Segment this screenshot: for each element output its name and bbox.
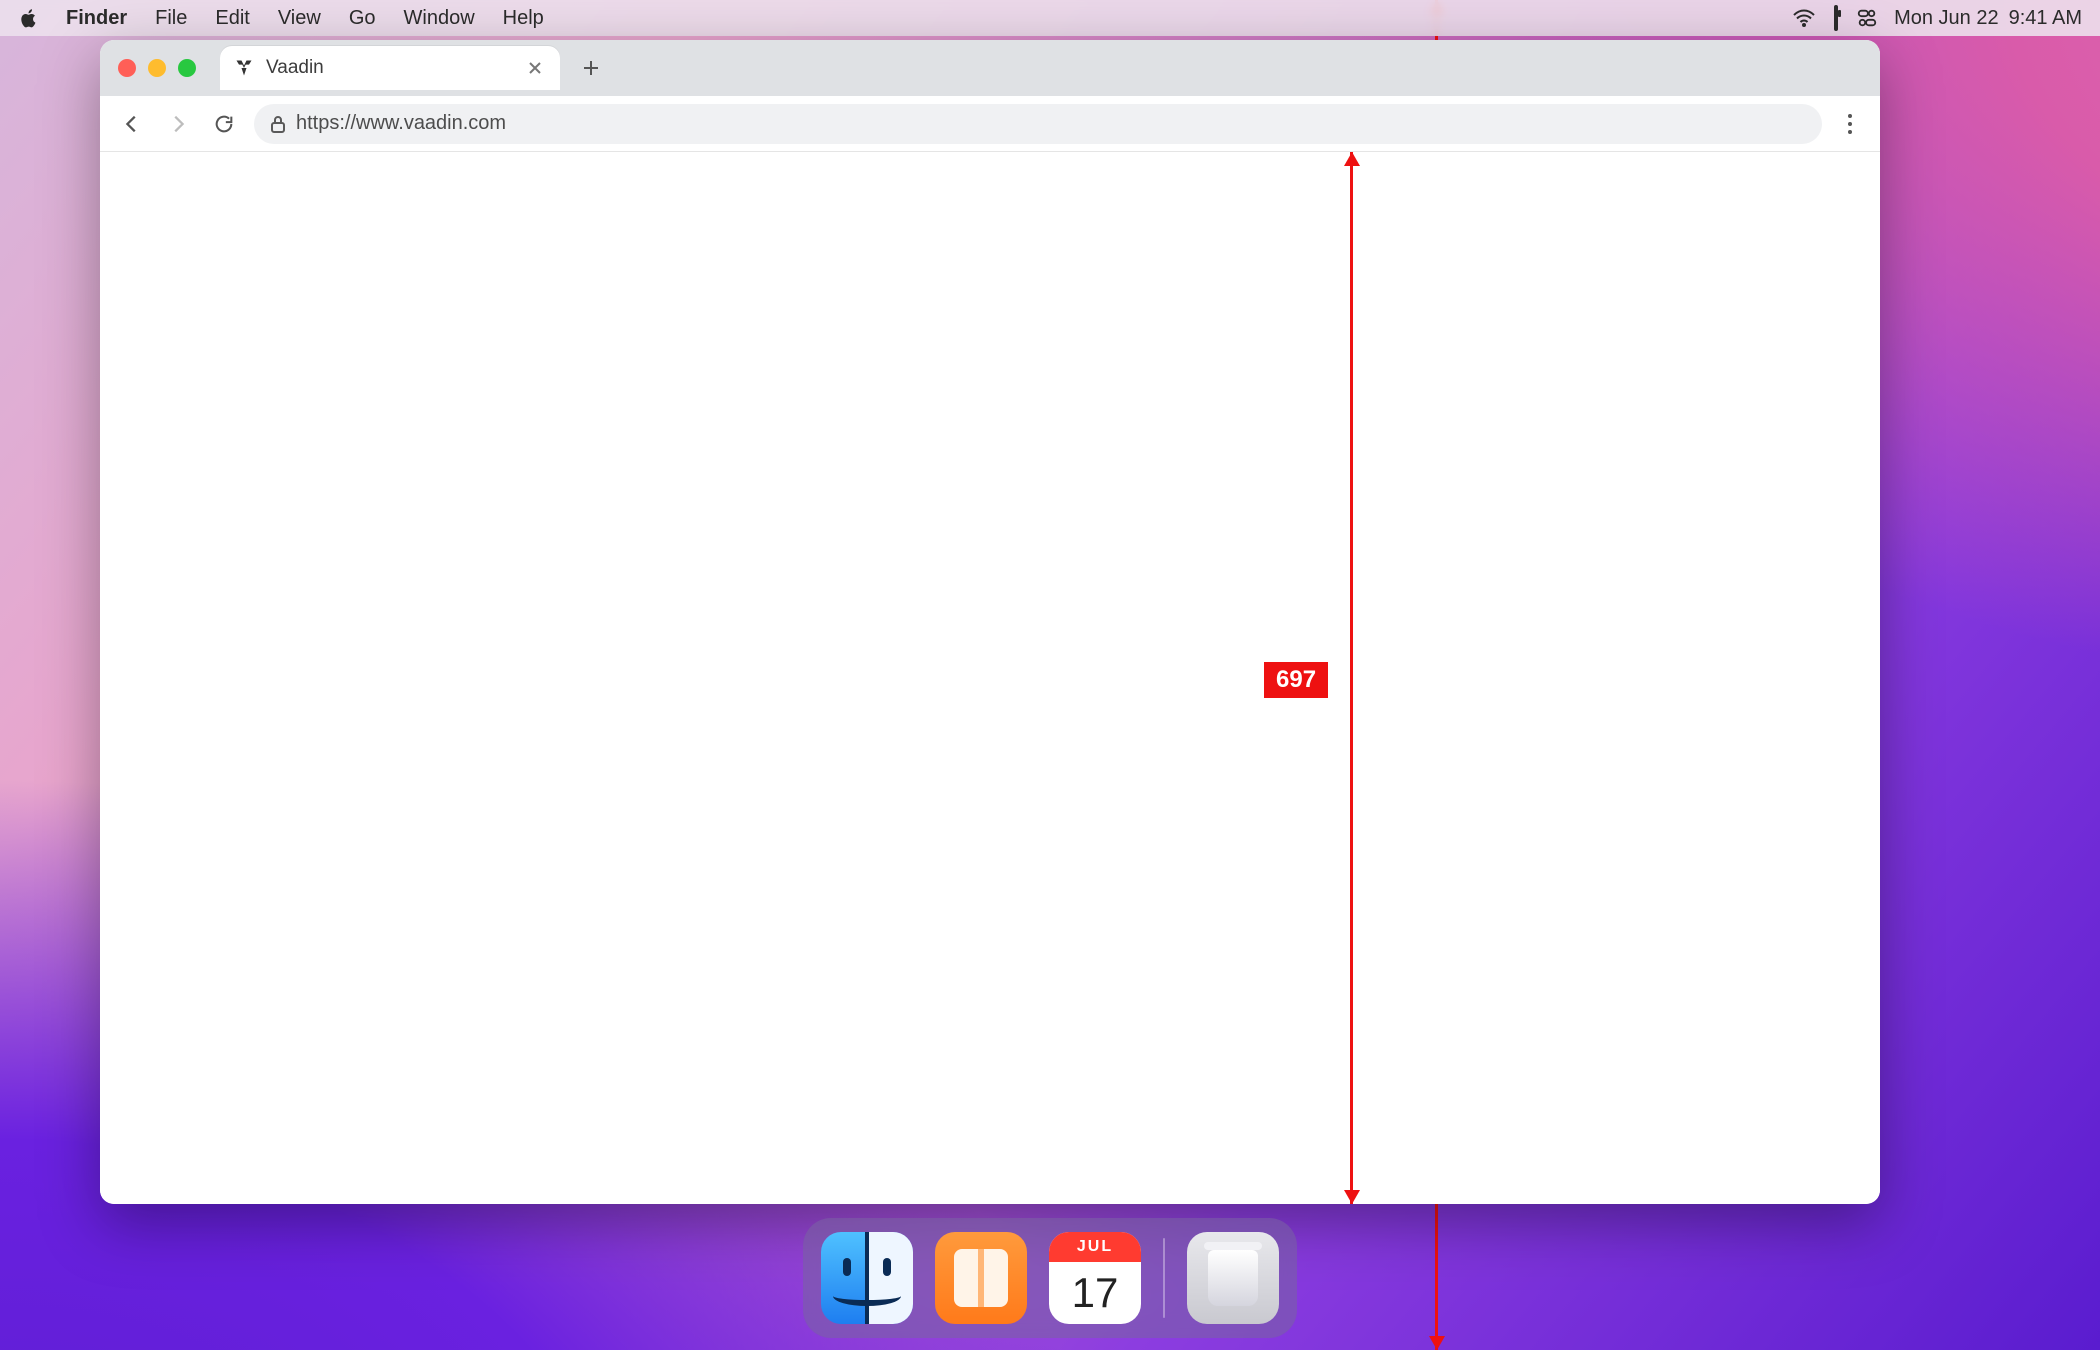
menu-go[interactable]: Go	[335, 7, 390, 30]
reload-button[interactable]	[208, 108, 240, 140]
browser-window: Vaadin https://www.vaadin.com	[100, 40, 1880, 1204]
vaadin-favicon-icon	[234, 58, 254, 78]
apple-menu-icon[interactable]	[18, 7, 40, 29]
window-close-button[interactable]	[118, 59, 136, 77]
dock-app-finder[interactable]	[821, 1232, 913, 1324]
calendar-month-label: JUL	[1049, 1232, 1141, 1262]
app-menu-name[interactable]: Finder	[60, 7, 141, 30]
control-center-icon[interactable]	[1856, 7, 1878, 29]
window-controls	[118, 59, 196, 77]
forward-button[interactable]	[162, 108, 194, 140]
tab-title: Vaadin	[266, 57, 512, 79]
browser-viewport: 697	[100, 152, 1880, 1204]
tab-close-icon[interactable]	[524, 61, 546, 75]
window-minimize-button[interactable]	[148, 59, 166, 77]
dock-separator	[1163, 1238, 1165, 1318]
menu-view[interactable]: View	[264, 7, 335, 30]
url-text: https://www.vaadin.com	[296, 112, 506, 135]
back-button[interactable]	[116, 108, 148, 140]
dock-app-books[interactable]	[935, 1232, 1027, 1324]
battery-icon[interactable]	[1834, 7, 1838, 30]
window-zoom-button[interactable]	[178, 59, 196, 77]
new-tab-button[interactable]	[574, 51, 608, 85]
dock-trash[interactable]	[1187, 1232, 1279, 1324]
browser-tabbar: Vaadin	[100, 40, 1880, 96]
menubar-date[interactable]: Mon Jun 22	[1894, 7, 1999, 30]
measurement-badge-697: 697	[1264, 662, 1328, 698]
browser-menu-button[interactable]	[1836, 114, 1864, 134]
menu-help[interactable]: Help	[489, 7, 558, 30]
browser-toolbar: https://www.vaadin.com	[100, 96, 1880, 152]
dock-app-calendar[interactable]: JUL 17	[1049, 1232, 1141, 1324]
menu-window[interactable]: Window	[390, 7, 489, 30]
lock-icon	[270, 115, 286, 133]
dock: JUL 17	[803, 1218, 1297, 1338]
macos-menubar: Finder File Edit View Go Window Help Mon…	[0, 0, 2100, 36]
wifi-icon[interactable]	[1792, 8, 1816, 28]
menu-edit[interactable]: Edit	[201, 7, 263, 30]
calendar-day-label: 17	[1072, 1262, 1119, 1324]
menu-file[interactable]: File	[141, 7, 201, 30]
browser-tab[interactable]: Vaadin	[220, 46, 560, 90]
address-bar[interactable]: https://www.vaadin.com	[254, 104, 1822, 144]
menubar-time[interactable]: 9:41 AM	[2009, 7, 2082, 30]
